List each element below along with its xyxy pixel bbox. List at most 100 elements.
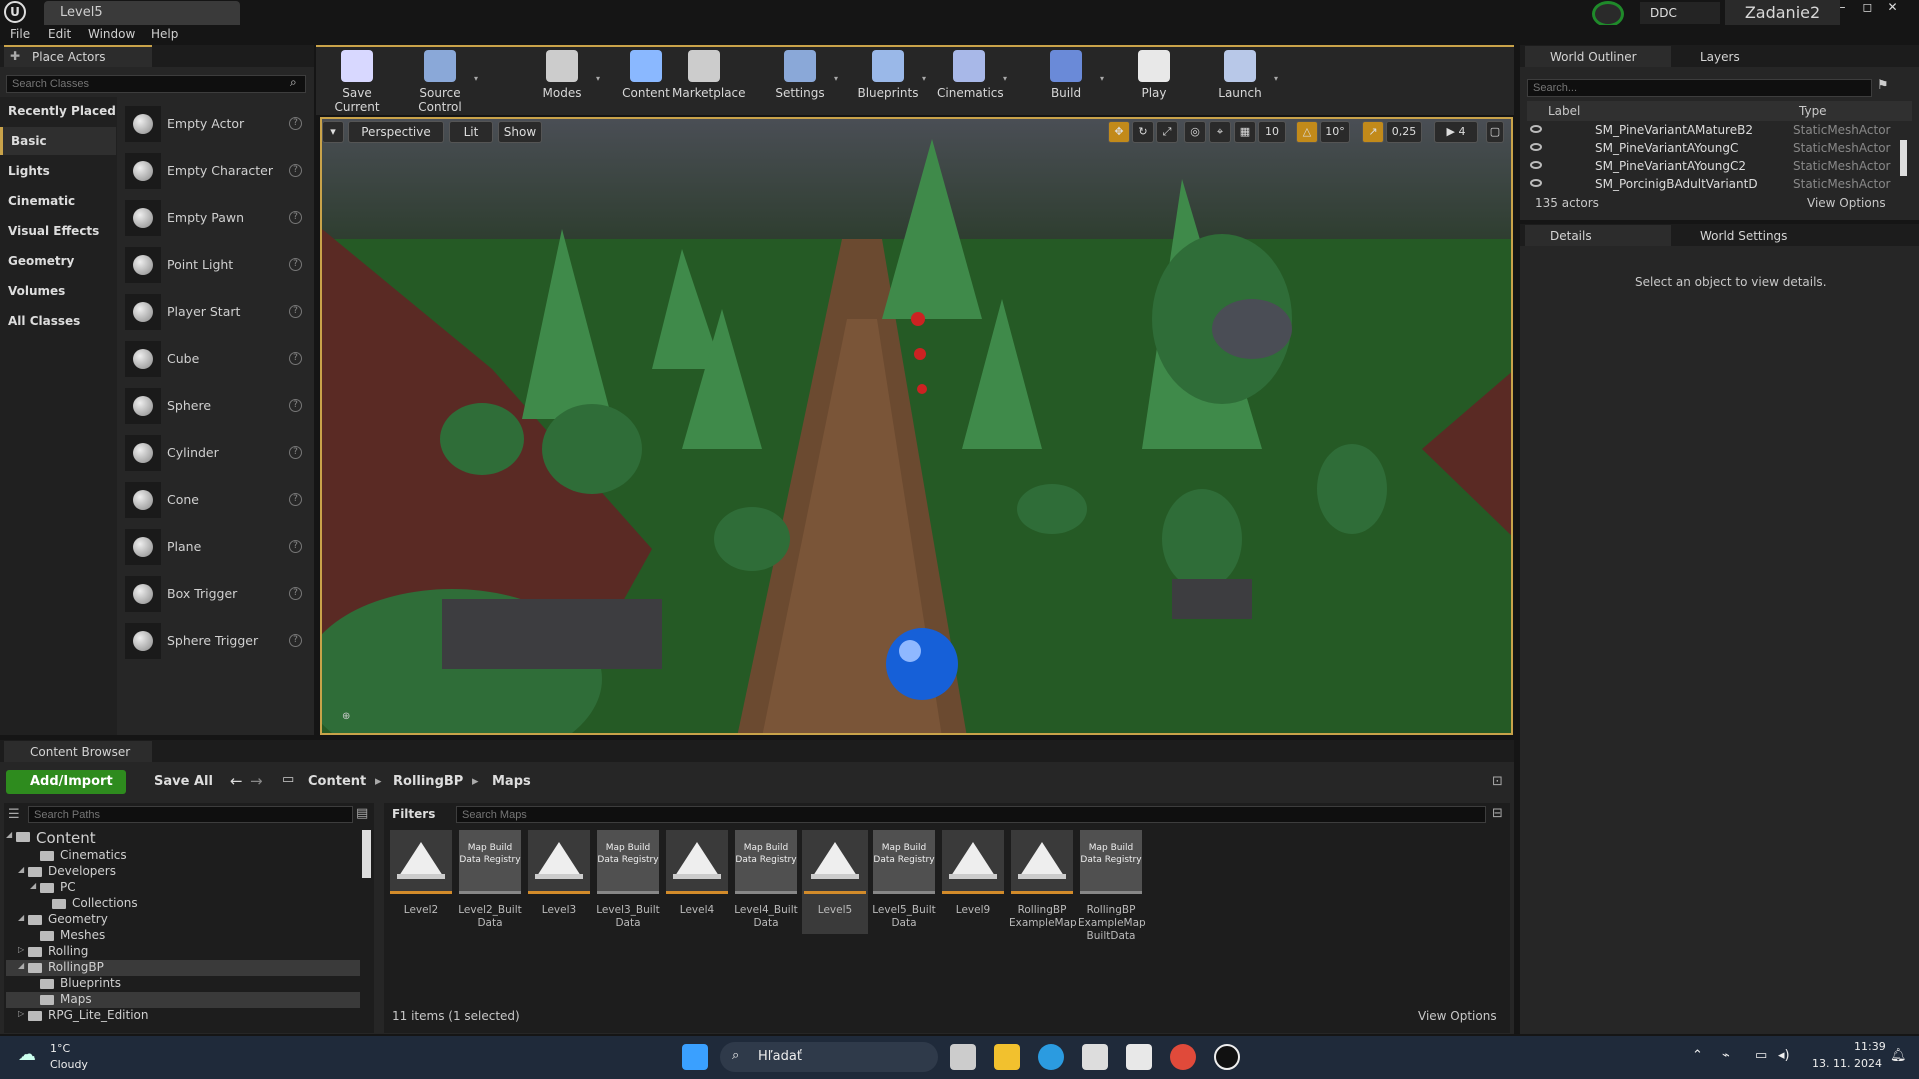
- tree-expand-icon[interactable]: ◢: [18, 961, 24, 970]
- actor-item[interactable]: Sphere Trigger?: [120, 619, 310, 663]
- actor-item[interactable]: Cube?: [120, 337, 310, 381]
- category-geometry[interactable]: Geometry: [0, 247, 116, 275]
- snip-icon[interactable]: [1126, 1044, 1152, 1070]
- actor-item[interactable]: Empty Actor?: [120, 102, 310, 146]
- ddc-indicator[interactable]: DDC: [1640, 2, 1720, 24]
- dropdown-arrow-icon[interactable]: ▾: [834, 74, 838, 83]
- volume-icon[interactable]: ◂): [1778, 1048, 1790, 1063]
- outliner-row[interactable]: SM_PineVariantAMatureB2 StaticMeshActor: [1527, 122, 1907, 140]
- minimize-icon[interactable]: –: [1830, 0, 1855, 16]
- network-icon[interactable]: ⌁: [1722, 1048, 1730, 1063]
- back-icon[interactable]: ←: [230, 772, 243, 790]
- help-icon[interactable]: ?: [289, 211, 302, 224]
- lit-button[interactable]: Lit: [449, 121, 493, 143]
- rotate-tool-icon[interactable]: ↻: [1132, 121, 1154, 143]
- tree-expand-icon[interactable]: ◢: [6, 830, 12, 839]
- layers-tab[interactable]: Layers: [1700, 50, 1740, 64]
- clock-date[interactable]: 13. 11. 2024: [1812, 1057, 1882, 1070]
- maximize-viewport-icon[interactable]: ▢: [1486, 121, 1504, 143]
- tree-folder-maps[interactable]: Maps: [6, 992, 360, 1008]
- toolbar-cinematics-button[interactable]: Cinematics ▾: [937, 48, 1007, 110]
- tree-expand-icon[interactable]: ◢: [30, 881, 36, 890]
- visibility-eye-icon[interactable]: [1530, 143, 1542, 151]
- tree-folder-blueprints[interactable]: Blueprints: [6, 976, 360, 992]
- asset-tile[interactable]: Map Build Data Registry Level2_Built Data: [457, 830, 523, 934]
- asset-tile[interactable]: Level4: [664, 830, 730, 934]
- world-local-icon[interactable]: ◎: [1184, 121, 1206, 143]
- tree-folder-rolling[interactable]: ▷ Rolling: [6, 944, 360, 960]
- help-icon[interactable]: ?: [289, 117, 302, 130]
- actor-item[interactable]: Cylinder?: [120, 431, 310, 475]
- outliner-search-input[interactable]: [1527, 79, 1872, 97]
- asset-tile[interactable]: Level3: [526, 830, 592, 934]
- help-icon[interactable]: ?: [289, 587, 302, 600]
- toolbar-source-control-button[interactable]: Source Control ▾: [408, 48, 478, 114]
- category-all-classes[interactable]: All Classes: [0, 307, 116, 335]
- dropdown-arrow-icon[interactable]: ▾: [1100, 74, 1104, 83]
- level-viewport[interactable]: ⊕: [320, 117, 1513, 735]
- actor-item[interactable]: Cone?: [120, 478, 310, 522]
- translate-tool-icon[interactable]: ✥: [1108, 121, 1130, 143]
- tree-folder-developers[interactable]: ◢ Developers: [6, 864, 360, 880]
- tree-expand-icon[interactable]: ▷: [18, 945, 24, 954]
- tree-folder-pc[interactable]: ◢ PC: [6, 880, 360, 896]
- store-icon[interactable]: [1082, 1044, 1108, 1070]
- scale-tool-icon[interactable]: ⤢: [1156, 121, 1178, 143]
- menu-help[interactable]: Help: [151, 27, 178, 41]
- asset-tile[interactable]: Level5: [802, 830, 868, 934]
- asset-tile[interactable]: Map Build Data Registry Level3_Built Data: [595, 830, 661, 934]
- help-icon[interactable]: ?: [289, 446, 302, 459]
- tree-folder-meshes[interactable]: Meshes: [6, 928, 360, 944]
- menu-edit[interactable]: Edit: [48, 27, 71, 41]
- display-icon[interactable]: ▭: [1755, 1048, 1767, 1063]
- help-icon[interactable]: ?: [289, 305, 302, 318]
- tree-folder-rollingbp[interactable]: ◢ RollingBP: [6, 960, 360, 976]
- help-icon[interactable]: ?: [289, 399, 302, 412]
- outliner-row[interactable]: SM_PorcinigBAdultVariantD StaticMeshActor: [1527, 176, 1907, 194]
- outliner-row[interactable]: SM_PineVariantAYoungC StaticMeshActor: [1527, 140, 1907, 158]
- toolbar-modes-button[interactable]: Modes ▾: [530, 48, 600, 110]
- add-import-button[interactable]: Add/Import: [6, 770, 126, 794]
- save-search-icon[interactable]: ⊟: [1492, 806, 1503, 821]
- clock-time[interactable]: 11:39: [1854, 1040, 1886, 1053]
- dropdown-arrow-icon[interactable]: ▾: [1003, 74, 1007, 83]
- lock-icon[interactable]: ⊡: [1492, 774, 1503, 789]
- taskbar-search[interactable]: Hľadať: [720, 1042, 938, 1072]
- rotation-snap-value[interactable]: 10°: [1320, 121, 1350, 143]
- tree-expand-icon[interactable]: ◢: [18, 865, 24, 874]
- actor-item[interactable]: Plane?: [120, 525, 310, 569]
- save-all-button[interactable]: Save All: [154, 774, 213, 789]
- close-icon[interactable]: ✕: [1880, 0, 1905, 16]
- add-filter-icon[interactable]: ⚑: [1877, 78, 1889, 93]
- actor-item[interactable]: Player Start?: [120, 290, 310, 334]
- toolbar-settings-button[interactable]: Settings ▾: [768, 48, 838, 110]
- tree-folder-content[interactable]: ◢ Content: [6, 829, 360, 847]
- help-icon[interactable]: ?: [289, 634, 302, 647]
- toolbar-launch-button[interactable]: Launch ▾: [1208, 48, 1278, 110]
- search-classes-input[interactable]: [6, 75, 306, 93]
- menu-window[interactable]: Window: [88, 27, 135, 41]
- surface-snap-icon[interactable]: ⌖: [1209, 121, 1231, 143]
- file-explorer-icon[interactable]: [994, 1044, 1020, 1070]
- tree-folder-collections[interactable]: Collections: [6, 896, 360, 912]
- asset-tile[interactable]: Level9: [940, 830, 1006, 934]
- maximize-icon[interactable]: ◻: [1855, 0, 1880, 16]
- actor-item[interactable]: Box Trigger?: [120, 572, 310, 616]
- outliner-view-options[interactable]: View Options: [1807, 196, 1886, 210]
- asset-tile[interactable]: RollingBP ExampleMap: [1009, 830, 1077, 934]
- breadcrumb-rollingbp[interactable]: RollingBP: [393, 774, 463, 789]
- details-tab[interactable]: [1525, 225, 1671, 246]
- toolbar-blueprints-button[interactable]: Blueprints ▾: [856, 48, 926, 110]
- chrome-icon[interactable]: [1170, 1044, 1196, 1070]
- category-cinematic[interactable]: Cinematic: [0, 187, 116, 215]
- toolbar-play-button[interactable]: Play: [1122, 48, 1186, 110]
- sources-toggle-icon[interactable]: ☰: [8, 807, 20, 822]
- tree-folder-cinematics[interactable]: Cinematics: [6, 848, 360, 864]
- help-icon[interactable]: ?: [289, 164, 302, 177]
- help-icon[interactable]: ?: [289, 540, 302, 553]
- notification-icon[interactable]: 🔔︎: [1890, 1048, 1907, 1063]
- toolbar-content-button[interactable]: Content: [614, 48, 678, 110]
- visibility-eye-icon[interactable]: [1530, 161, 1542, 169]
- asset-tile[interactable]: Map Build Data Registry Level5_Built Data: [871, 830, 937, 934]
- toolbar-save-current-button[interactable]: Save Current: [325, 48, 389, 114]
